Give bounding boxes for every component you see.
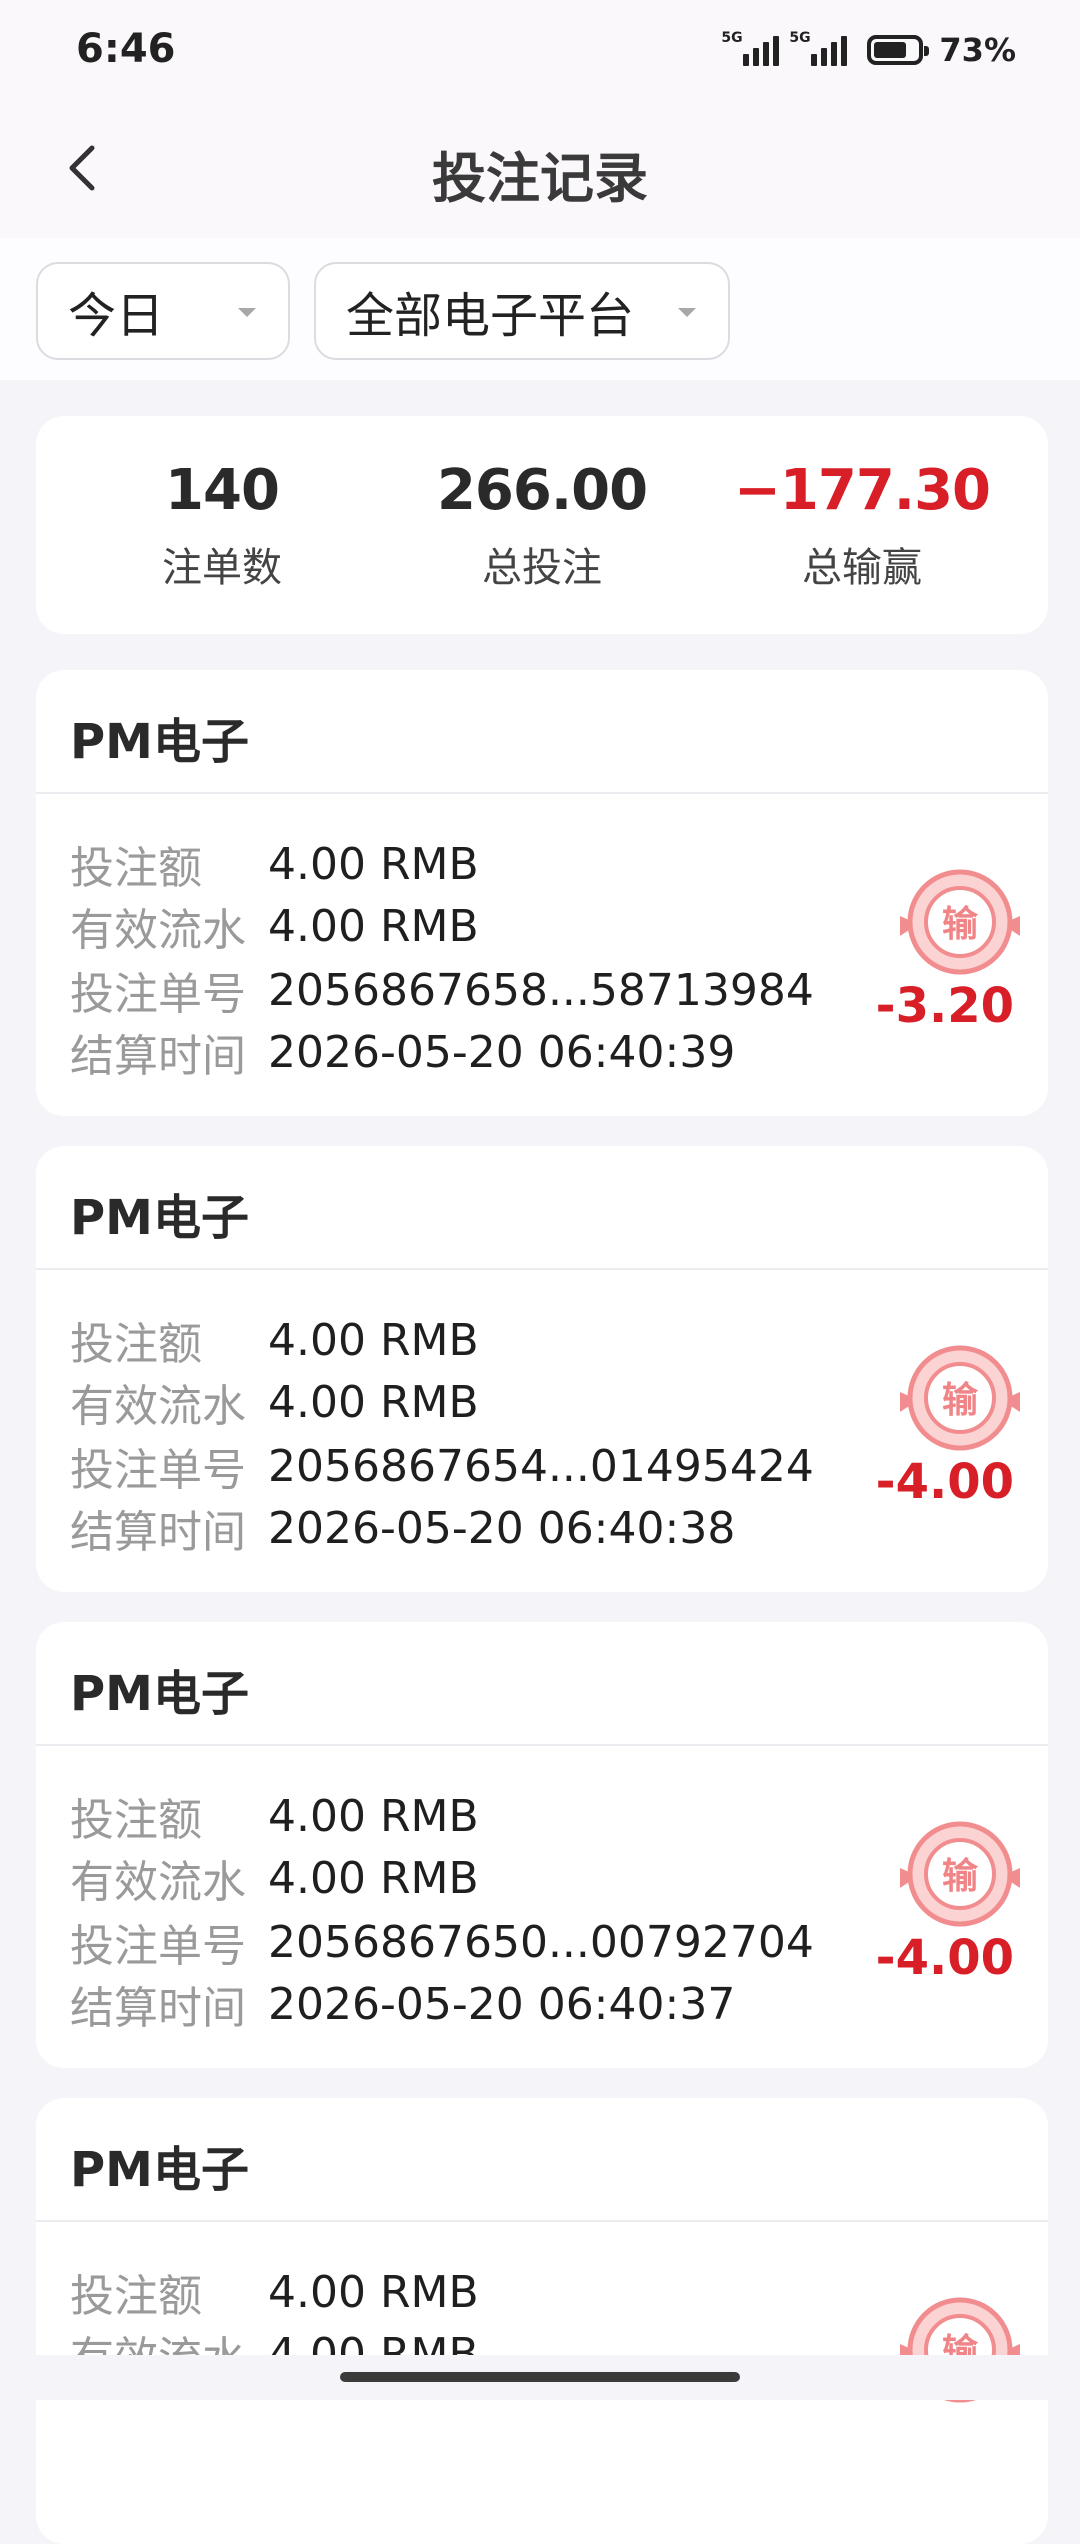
time-label: 结算时间 [70,1507,246,1558]
record-row-order: 投注单号 2056867650...00792704 [70,1914,814,1973]
record-row-bet: 投注额 4.00 RMB [70,1788,479,1847]
summary-count: 140 注单数 [72,458,372,593]
page-title: 投注记录 [432,147,648,210]
divider [36,792,1048,794]
record-row-time: 结算时间 2026-05-20 06:40:39 [70,1024,736,1083]
bet-value: 4.00 RMB [268,838,479,890]
status-time: 6:46 [76,26,176,72]
lose-stamp-icon: 输 [900,869,1020,975]
record-amount: -4.00 [875,1454,1014,1510]
app-header: 投注记录 [0,100,1080,238]
record-row-valid: 有效流水 4.00 RMB [70,1374,479,1433]
time-label: 结算时间 [70,1031,246,1082]
bet-record-card[interactable]: PM电子 投注额 4.00 RMB 有效流水 4.00 RMB 输 [36,2098,1048,2544]
filter-bar: 今日 全部电子平台 [0,238,1080,380]
record-row-bet: 投注额 4.00 RMB [70,1312,479,1371]
bet-record-card[interactable]: PM电子 投注额 4.00 RMB 有效流水 4.00 RMB 投注单号 205… [36,1146,1048,1592]
bet-label: 投注额 [70,2271,202,2322]
divider [36,1744,1048,1746]
lose-badge-text: 输 [942,904,979,945]
lose-stamp-icon: 输 [900,1345,1020,1451]
order-label: 投注单号 [70,969,246,1020]
count-label: 注单数 [162,545,282,591]
network-type-label: 5G [721,30,743,46]
date-filter-dropdown[interactable]: 今日 [36,262,290,360]
lose-stamp-icon: 输 [900,1821,1020,1927]
valid-label: 有效流水 [70,1381,246,1432]
time-value: 2026-05-20 06:40:39 [268,1026,736,1078]
bet-record-card[interactable]: PM电子 投注额 4.00 RMB 有效流水 4.00 RMB 投注单号 205… [36,1622,1048,2068]
order-value: 2056867650...00792704 [268,1916,814,1968]
battery-icon [867,35,930,65]
total-win-label: 总输赢 [802,545,922,591]
record-row-bet: 投注额 4.00 RMB [70,2264,479,2323]
divider [36,2220,1048,2222]
record-row-valid: 有效流水 4.00 RMB [70,898,479,957]
lose-badge-text: 输 [942,1856,979,1897]
total-bet-value: 266.00 [436,458,648,523]
bet-value: 4.00 RMB [268,1790,479,1842]
valid-label: 有效流水 [70,1857,246,1908]
status-icons: 5G 5G 73% [721,28,1016,72]
record-amount: -4.00 [875,1930,1014,1986]
home-indicator[interactable] [340,2372,740,2382]
platform-filter-label: 全部电子平台 [346,288,635,344]
summary-card: 140 注单数 266.00 总投注 −177.30 总输赢 [36,416,1048,634]
summary-total-bet: 266.00 总投注 [392,458,692,593]
order-label: 投注单号 [70,1921,246,1972]
date-filter-label: 今日 [68,288,165,344]
bet-record-card[interactable]: PM电子 投注额 4.00 RMB 有效流水 4.00 RMB 投注单号 205… [36,670,1048,1116]
signal-icon: 5G [789,30,848,66]
record-row-bet: 投注额 4.00 RMB [70,836,479,895]
count-value: 140 [165,458,280,523]
record-row-time: 结算时间 2026-05-20 06:40:37 [70,1976,736,2035]
bet-value: 4.00 RMB [268,2266,479,2318]
record-row-time: 结算时间 2026-05-20 06:40:38 [70,1500,736,1559]
total-bet-label: 总投注 [482,545,602,591]
time-value: 2026-05-20 06:40:38 [268,1502,736,1554]
network-type-label: 5G [789,30,811,46]
bet-label: 投注额 [70,1319,202,1370]
record-platform-title: PM电子 [70,1190,249,1246]
bet-label: 投注额 [70,843,202,894]
bet-label: 投注额 [70,1795,202,1846]
caret-down-icon [678,308,696,317]
record-platform-title: PM电子 [70,2142,249,2198]
valid-value: 4.00 RMB [268,1376,479,1428]
order-value: 2056867654...01495424 [268,1440,814,1492]
signal-icon: 5G [721,30,780,66]
lose-badge-text: 输 [942,1380,979,1421]
order-label: 投注单号 [70,1445,246,1496]
caret-down-icon [238,308,256,317]
record-row-valid: 有效流水 4.00 RMB [70,1850,479,1909]
time-value: 2026-05-20 06:40:37 [268,1978,736,2030]
total-win-value: −177.30 [733,458,991,523]
valid-value: 4.00 RMB [268,1852,479,1904]
platform-filter-dropdown[interactable]: 全部电子平台 [314,262,730,360]
bet-value: 4.00 RMB [268,1314,479,1366]
summary-total-win: −177.30 总输赢 [712,458,1012,593]
divider [36,1268,1048,1270]
status-bar: 6:46 5G 5G 73% [0,0,1080,100]
order-value: 2056867658...58713984 [268,964,814,1016]
record-platform-title: PM电子 [70,1666,249,1722]
record-row-order: 投注单号 2056867654...01495424 [70,1438,814,1497]
record-platform-title: PM电子 [70,714,249,770]
record-amount: -3.20 [875,978,1014,1034]
valid-label: 有效流水 [70,905,246,956]
valid-value: 4.00 RMB [268,900,479,952]
record-row-order: 投注单号 2056867658...58713984 [70,962,814,1021]
battery-percent: 73% [939,31,1016,69]
time-label: 结算时间 [70,1983,246,2034]
